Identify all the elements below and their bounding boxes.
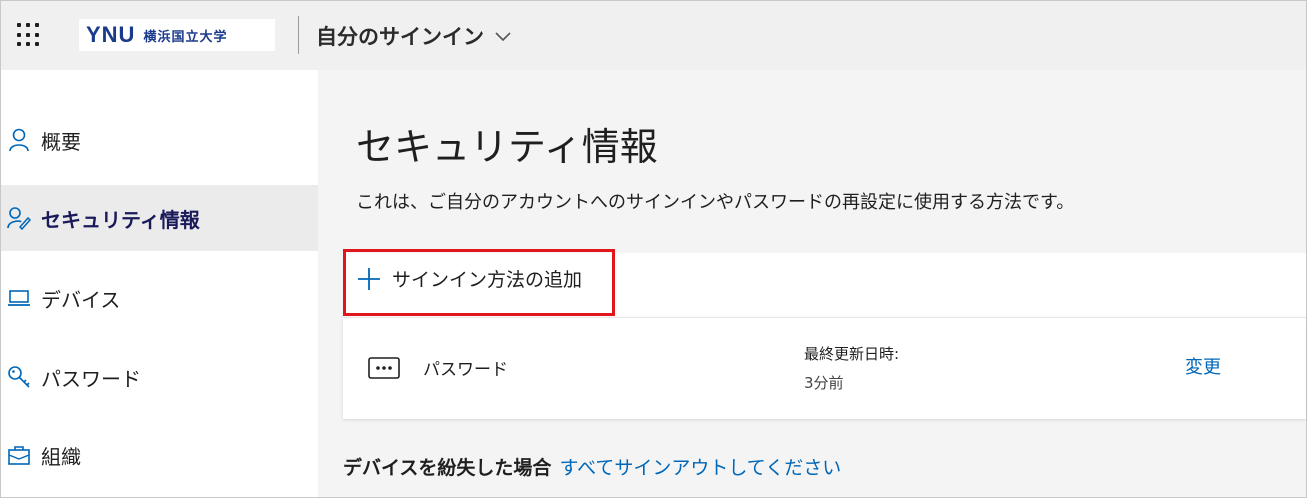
laptop-icon — [6, 285, 32, 311]
app-launcher-icon[interactable] — [17, 23, 41, 47]
sidebar-item-label: パスワード — [41, 366, 141, 391]
sidebar-item-organization[interactable]: 組織 — [1, 422, 318, 488]
last-updated-value: 3分前 — [804, 374, 844, 392]
security-info-icon — [6, 205, 32, 231]
lost-device-row: デバイスを紛失した場合 すべてサインアウトしてください — [343, 453, 841, 480]
app-title-dropdown[interactable]: 自分のサインイン — [316, 21, 512, 51]
person-icon — [6, 127, 32, 153]
key-icon — [6, 364, 32, 390]
highlight-box — [343, 249, 615, 316]
briefcase-icon — [6, 442, 32, 468]
chevron-down-icon — [495, 32, 511, 42]
method-name: パスワード — [423, 360, 508, 380]
sidebar-item-label: 概要 — [41, 129, 81, 154]
organization-logo: YNU 横浜国立大学 — [79, 19, 275, 51]
password-dots-icon — [368, 357, 400, 379]
logo-mark: YNU — [86, 22, 136, 47]
sidebar-item-devices[interactable]: デバイス — [1, 265, 318, 331]
sidebar-item-label: 組織 — [41, 444, 81, 469]
lost-device-label: デバイスを紛失した場合 — [343, 457, 552, 479]
top-bar: YNU 横浜国立大学 自分のサインイン — [1, 1, 1306, 70]
method-row-password: パスワード 最終更新日時: 3分前 変更 — [343, 317, 1306, 419]
sidebar: 概要 セキュリティ情報 デバイス パスワード 組織 — [1, 70, 318, 497]
page-description: これは、ご自分のアカウントへのサインインやパスワードの再設定に使用する方法です。 — [356, 192, 1075, 213]
sidebar-item-security-info[interactable]: セキュリティ情報 — [1, 185, 318, 251]
sidebar-item-password[interactable]: パスワード — [1, 344, 318, 410]
sidebar-item-overview[interactable]: 概要 — [1, 107, 318, 173]
sign-out-everywhere-link[interactable]: すべてサインアウトしてください — [559, 453, 841, 480]
change-password-link[interactable]: 変更 — [1185, 353, 1221, 379]
sidebar-item-label: セキュリティ情報 — [41, 207, 200, 232]
page-title: セキュリティ情報 — [356, 125, 658, 169]
app-title: 自分のサインイン — [316, 25, 484, 49]
header-divider — [298, 16, 299, 54]
last-updated-label: 最終更新日時: — [804, 345, 900, 363]
sidebar-item-label: デバイス — [41, 287, 121, 312]
logo-text: 横浜国立大学 — [143, 29, 228, 45]
